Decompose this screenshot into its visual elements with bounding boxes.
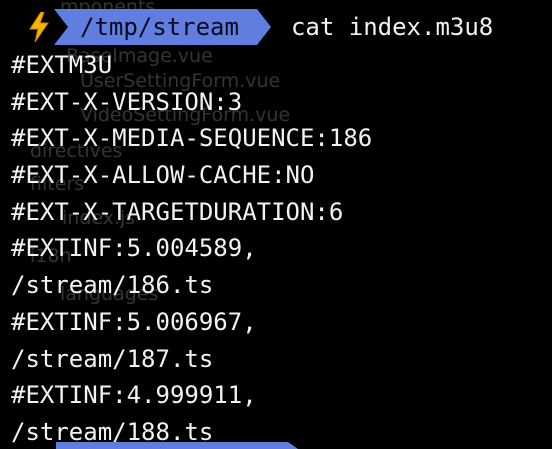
shell-prompt: /tmp/stream cat index.m3u8	[0, 9, 493, 45]
output-line: #EXTINF:5.004589,	[11, 234, 257, 263]
lightning-bolt-icon	[30, 441, 50, 449]
output-line: #EXTM3U	[11, 51, 113, 79]
output-line: #EXT-X-MEDIA-SEQUENCE:186	[11, 124, 373, 153]
output-line: #EXTINF:4.999911,	[11, 381, 257, 410]
output-line: /stream/186.ts	[11, 271, 214, 300]
output-line: #EXT-X-ALLOW-CACHE:NO	[11, 161, 315, 190]
output-line: /stream/187.ts	[11, 344, 214, 373]
command-output: #EXTM3U #EXT-X-VERSION:3 #EXT-X-MEDIA-SE…	[11, 47, 372, 449]
terminal-window[interactable]: mponents BaseImage.vue UserSettingForm.v…	[0, 0, 552, 449]
typed-command: cat index.m3u8	[290, 13, 494, 41]
prompt-path-segment: /tmp/stream	[54, 9, 271, 45]
next-prompt-path-segment	[56, 442, 298, 449]
prompt-status-segment	[0, 9, 54, 45]
output-line: #EXT-X-TARGETDURATION:6	[11, 197, 344, 226]
output-line: #EXTINF:5.006967,	[11, 307, 257, 336]
current-directory: /tmp/stream	[80, 13, 239, 41]
lightning-bolt-icon	[28, 12, 50, 42]
output-line: #EXT-X-VERSION:3	[11, 87, 243, 116]
